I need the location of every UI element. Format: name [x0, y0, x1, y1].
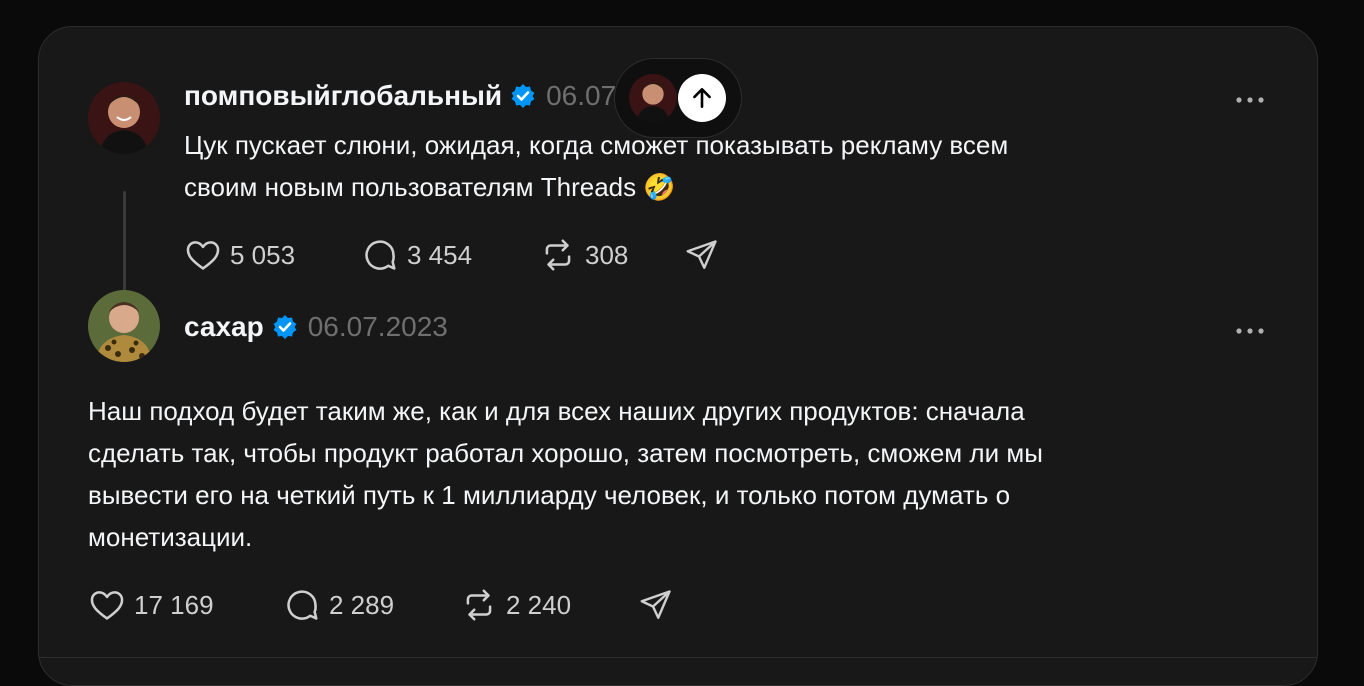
- post-date[interactable]: 06.07.2023: [308, 311, 448, 343]
- post-actions: 5 053 3 454 308: [184, 236, 720, 274]
- rofl-emoji: 🤣: [643, 172, 676, 202]
- like-count: 17 169: [134, 589, 214, 620]
- repost-icon: [460, 586, 498, 624]
- post-actions: 17 169 2 289 2 240: [88, 586, 674, 624]
- reply-count: 3 454: [407, 239, 473, 270]
- repost-count: 308: [585, 239, 629, 270]
- post-text-line: Наш подход будет таким же, как и для все…: [88, 396, 1025, 426]
- reply-button[interactable]: 3 454: [361, 236, 539, 274]
- post-text-line: сделать так, чтобы продукт работал хорош…: [88, 438, 1043, 468]
- avatar-pompliano: [629, 74, 677, 122]
- heart-icon: [88, 586, 126, 624]
- repost-button[interactable]: 2 240: [460, 586, 638, 624]
- verified-badge-icon: [272, 314, 298, 340]
- post-text-line: вывести его на четкий путь к 1 миллиарду…: [88, 480, 1011, 510]
- comment-icon: [361, 236, 399, 274]
- comment-icon: [283, 586, 321, 624]
- more-icon[interactable]: [1235, 92, 1265, 103]
- avatar-zuckerberg[interactable]: [88, 290, 160, 362]
- post-text: Цук пускает слюни, ожидая, когда сможет …: [184, 124, 1008, 208]
- post-text-line: монетизации.: [88, 522, 253, 552]
- post-header: сахар 06.07.2023: [184, 311, 448, 343]
- like-count: 5 053: [230, 239, 296, 270]
- scroll-to-top-pill[interactable]: [614, 58, 742, 138]
- post-text-line: своим новым пользователям Threads: [184, 172, 637, 202]
- repost-icon: [539, 236, 577, 274]
- avatar-pompliano[interactable]: [88, 82, 160, 154]
- arrow-up-icon[interactable]: [678, 74, 726, 122]
- share-button[interactable]: [638, 587, 674, 623]
- thread-connector: [123, 191, 126, 295]
- post-header: помповыйглобальный 06.07.2023: [184, 80, 686, 112]
- like-button[interactable]: 17 169: [88, 586, 283, 624]
- verified-badge-icon: [510, 83, 536, 109]
- post-text-line: Цук пускает слюни, ожидая, когда сможет …: [184, 130, 1009, 160]
- repost-button[interactable]: 308: [539, 236, 684, 274]
- post-text: Наш подход будет таким же, как и для все…: [88, 390, 1043, 558]
- divider: [39, 657, 1317, 658]
- share-button[interactable]: [684, 237, 720, 273]
- username[interactable]: помповыйглобальный: [184, 80, 502, 112]
- repost-count: 2 240: [506, 589, 572, 620]
- more-icon[interactable]: [1235, 323, 1265, 334]
- post-text-line: своим новым пользователям Threads 🤣: [184, 166, 1008, 208]
- reply-button[interactable]: 2 289: [283, 586, 460, 624]
- reply-count: 2 289: [329, 589, 395, 620]
- send-icon: [638, 587, 674, 623]
- heart-icon: [184, 236, 222, 274]
- username[interactable]: сахар: [184, 311, 264, 343]
- send-icon: [684, 237, 720, 273]
- like-button[interactable]: 5 053: [184, 236, 361, 274]
